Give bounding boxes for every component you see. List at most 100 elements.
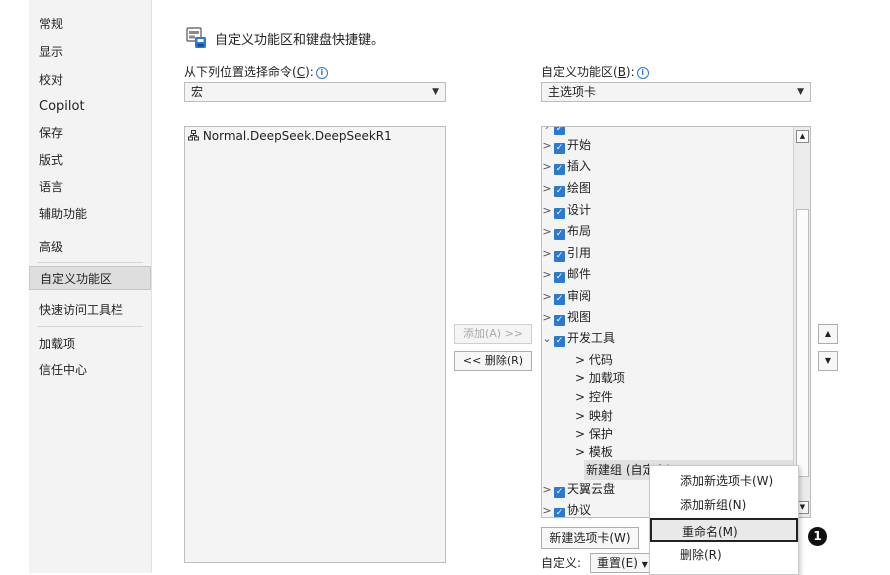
ribbon-customize-icon bbox=[184, 25, 210, 51]
add-button[interactable]: 添加(A) >> bbox=[454, 324, 532, 344]
tree-row[interactable]: > ✓ 开始 bbox=[542, 135, 591, 155]
nav-addins[interactable]: 加载项 bbox=[29, 332, 151, 356]
checkbox-checked-icon[interactable]: ✓ bbox=[554, 143, 565, 154]
chevron-right-icon[interactable]: > bbox=[542, 287, 552, 307]
chevron-right-icon[interactable]: > bbox=[575, 371, 589, 385]
chevron-right-icon[interactable]: > bbox=[542, 308, 552, 328]
info-icon[interactable]: i bbox=[636, 67, 649, 79]
tree-row[interactable]: > ✓ 视图 bbox=[542, 307, 591, 327]
group-label: 模板 bbox=[588, 445, 613, 459]
chevron-down-icon[interactable]: ⌄ bbox=[542, 329, 552, 349]
nav-advanced[interactable]: 高级 bbox=[29, 235, 151, 259]
chevron-right-icon[interactable]: > bbox=[542, 201, 552, 221]
nav-general-label: 常规 bbox=[39, 17, 64, 31]
customize-label: 自定义: bbox=[541, 556, 582, 570]
page-title: 自定义功能区和键盘快捷键。 bbox=[215, 33, 385, 48]
nav-accessibility-label: 辅助功能 bbox=[39, 207, 88, 221]
tree-row[interactable]: > ✓ 协议 bbox=[542, 500, 591, 517]
group-row[interactable]: > 代码 bbox=[575, 350, 613, 370]
group-label: 加载项 bbox=[588, 371, 625, 385]
tree-row[interactable]: > ✓ 天翼云盘 bbox=[542, 479, 615, 499]
context-menu: 添加新选项卡(W) 添加新组(N) 重命名(M) 删除(R) bbox=[649, 465, 799, 575]
nav-language[interactable]: 语言 bbox=[29, 175, 151, 199]
checkbox-checked-icon[interactable]: ✓ bbox=[554, 208, 565, 219]
chevron-right-icon[interactable]: > bbox=[542, 157, 552, 177]
chevron-right-icon[interactable]: > bbox=[575, 353, 589, 367]
step-badge: 1 bbox=[808, 527, 827, 546]
checkbox-checked-icon[interactable]: ✓ bbox=[554, 315, 565, 326]
group-row[interactable]: > 映射 bbox=[575, 406, 613, 426]
checkbox-checked-icon[interactable]: ✓ bbox=[554, 164, 565, 175]
move-down-button[interactable]: ▼ bbox=[818, 351, 838, 371]
checkbox-checked-icon[interactable]: ✓ bbox=[554, 272, 565, 283]
customize-ribbon-label: 自定义功能区(B): i bbox=[541, 63, 649, 80]
tree-row[interactable]: > ✓ 邮件 bbox=[542, 264, 591, 284]
tree-row[interactable]: > ✓ 布局 bbox=[542, 221, 591, 241]
tree-row[interactable]: > ✓ 插入 bbox=[542, 156, 591, 176]
scroll-up-icon[interactable]: ▲ bbox=[796, 130, 809, 143]
chevron-down-icon: ▼ bbox=[432, 87, 439, 97]
group-row[interactable]: > 保护 bbox=[575, 424, 613, 444]
nav-proofing-label: 校对 bbox=[39, 73, 64, 87]
choose-commands-label-text: 从下列位置选择命令( bbox=[184, 65, 297, 79]
tree-row[interactable]: ⌄ ✓ 开发工具 bbox=[542, 328, 615, 348]
menu-item-add-new-group[interactable]: 添加新组(N) bbox=[650, 493, 798, 517]
customize-ribbon-access-key: B bbox=[617, 65, 626, 79]
choose-commands-label: 从下列位置选择命令(C): i bbox=[184, 63, 328, 80]
scroll-thumb[interactable] bbox=[796, 209, 809, 477]
chevron-right-icon[interactable]: > bbox=[542, 222, 552, 242]
checkbox-checked-icon[interactable]: ✓ bbox=[554, 508, 565, 517]
tree-scrollbar[interactable]: ▲ ▼ bbox=[793, 127, 810, 517]
commands-list[interactable]: Normal.DeepSeek.DeepSeekR1 bbox=[184, 126, 446, 563]
info-icon[interactable]: i bbox=[315, 67, 328, 79]
new-tab-button[interactable]: 新建选项卡(W) bbox=[541, 527, 639, 549]
checkbox-checked-icon[interactable]: ✓ bbox=[554, 487, 565, 498]
group-row[interactable]: > 模板 bbox=[575, 442, 613, 462]
menu-item-add-new-tab[interactable]: 添加新选项卡(W) bbox=[650, 469, 798, 493]
checkbox-checked-icon[interactable]: ✓ bbox=[554, 229, 565, 240]
chevron-right-icon[interactable]: > bbox=[542, 179, 552, 199]
nav-trust-center[interactable]: 信任中心 bbox=[29, 358, 151, 382]
reset-button[interactable]: 重置(E) ▼ bbox=[590, 553, 652, 573]
menu-item-delete[interactable]: 删除(R) bbox=[650, 543, 798, 567]
tree-row[interactable]: > ✓ 设计 bbox=[542, 200, 591, 220]
checkbox-checked-icon[interactable]: ✓ bbox=[554, 251, 565, 262]
nav-copilot-label: Copilot bbox=[39, 99, 85, 114]
checkbox-checked-icon[interactable]: ✓ bbox=[554, 294, 565, 305]
nav-copilot[interactable]: Copilot bbox=[29, 95, 151, 119]
chevron-right-icon[interactable]: > bbox=[542, 244, 552, 264]
tree-row[interactable]: > ✓ 绘图 bbox=[542, 178, 591, 198]
ribbon-type-dropdown[interactable]: 主选项卡 ▼ bbox=[541, 82, 811, 102]
nav-quick-access-toolbar[interactable]: 快速访问工具栏 bbox=[29, 298, 151, 322]
nav-layout[interactable]: 版式 bbox=[29, 148, 151, 172]
nav-accessibility[interactable]: 辅助功能 bbox=[29, 202, 151, 226]
chevron-right-icon[interactable]: > bbox=[542, 136, 552, 156]
chevron-right-icon[interactable]: > bbox=[575, 390, 589, 404]
chevron-right-icon[interactable]: > bbox=[575, 445, 589, 459]
nav-save[interactable]: 保存 bbox=[29, 121, 151, 145]
chevron-right-icon[interactable]: > bbox=[575, 427, 589, 441]
chevron-right-icon[interactable]: > bbox=[542, 480, 552, 500]
ribbon-tabs-tree[interactable]: › ✓ > ✓ 开始 > ✓ 插入 > ✓ 绘图 > ✓ 设计 > ✓ 布局 > ✓ 引用 > ✓ 邮件 > ✓… bbox=[541, 126, 811, 518]
checkbox-checked-icon[interactable]: ✓ bbox=[554, 336, 565, 347]
choose-commands-label-suffix: ): bbox=[305, 65, 314, 79]
remove-button[interactable]: << 删除(R) bbox=[454, 351, 532, 371]
chevron-right-icon[interactable]: > bbox=[542, 501, 552, 517]
group-label: 映射 bbox=[588, 409, 613, 423]
chevron-right-icon[interactable]: > bbox=[575, 409, 589, 423]
nav-customize-ribbon[interactable]: 自定义功能区 bbox=[29, 266, 151, 290]
tree-row[interactable]: > ✓ 审阅 bbox=[542, 286, 591, 306]
checkbox-checked-icon[interactable]: ✓ bbox=[554, 186, 565, 197]
group-row[interactable]: > 控件 bbox=[575, 387, 613, 407]
menu-item-rename[interactable]: 重命名(M) bbox=[650, 518, 798, 542]
chevron-right-icon[interactable]: > bbox=[542, 265, 552, 285]
nav-display[interactable]: 显示 bbox=[29, 40, 151, 64]
nav-proofing[interactable]: 校对 bbox=[29, 68, 151, 92]
tree-row[interactable]: > ✓ 引用 bbox=[542, 243, 591, 263]
tab-label: 视图 bbox=[567, 310, 592, 324]
list-item[interactable]: Normal.DeepSeek.DeepSeekR1 bbox=[188, 126, 392, 146]
group-row[interactable]: > 加载项 bbox=[575, 368, 625, 388]
commands-source-dropdown[interactable]: 宏 ▼ bbox=[184, 82, 446, 102]
move-up-button[interactable]: ▲ bbox=[818, 324, 838, 344]
nav-general[interactable]: 常规 bbox=[29, 12, 151, 36]
